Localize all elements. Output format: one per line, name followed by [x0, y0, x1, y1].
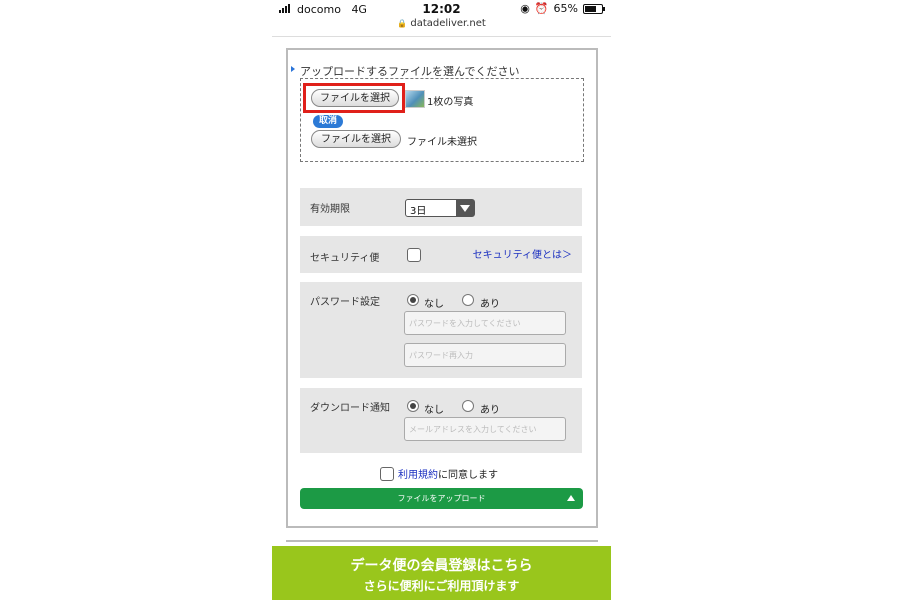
- notify-label: ダウンロード通知: [310, 403, 390, 414]
- divider: [272, 36, 611, 37]
- battery-percent: 65%: [553, 2, 578, 15]
- dropdown-arrow-icon: [456, 200, 474, 216]
- expiry-row: 有効期限 3日: [300, 188, 582, 226]
- phone-screen: docomo 4G 12:02 🔒 datadeliver.net ◉ ⏰ 65…: [272, 0, 611, 600]
- upload-form: アップロードするファイルを選んでください ファイルを選択 1枚の写真 取消 ファ…: [286, 48, 598, 528]
- upload-label: アップロードするファイルを選んでください: [291, 63, 519, 79]
- no-file-text: ファイル未選択: [407, 137, 477, 148]
- password-confirm-input[interactable]: パスワード再入力: [404, 343, 566, 367]
- orientation-lock-icon: ◉: [520, 2, 530, 15]
- security-checkbox[interactable]: [407, 248, 421, 262]
- notify-none-radio[interactable]: [407, 400, 419, 412]
- agree-checkbox[interactable]: [380, 467, 394, 481]
- upload-button-label: ファイルをアップロード: [397, 494, 486, 503]
- agree-text: に同意します: [438, 470, 498, 481]
- expiry-label: 有効期限: [310, 204, 350, 215]
- url-text: datadeliver.net: [410, 18, 486, 29]
- banner-subtitle: さらに便利にご利用頂けます: [363, 579, 520, 593]
- expiry-value: 3日: [410, 206, 427, 217]
- highlight-box: [303, 83, 405, 113]
- password-none-radio[interactable]: [407, 294, 419, 306]
- notify-row: ダウンロード通知 なし あり メールアドレスを入力してください: [300, 388, 582, 453]
- expiry-select[interactable]: 3日: [405, 199, 475, 217]
- email-input[interactable]: メールアドレスを入力してください: [404, 417, 566, 441]
- password-row: パスワード設定 なし あり パスワードを入力してください パスワード再入力: [300, 282, 582, 378]
- panel-bottom-border: [286, 540, 598, 542]
- terms-link[interactable]: 利用規約: [398, 470, 438, 481]
- alarm-icon: ⏰: [534, 2, 549, 15]
- triangle-bullet-icon: [291, 66, 295, 72]
- password-none-label: なし: [424, 299, 444, 310]
- banner-title: データ便の会員登録はこちら: [350, 558, 533, 574]
- address-bar[interactable]: 🔒 datadeliver.net: [272, 18, 611, 29]
- member-banner[interactable]: データ便の会員登録はこちら さらに便利にご利用頂けます: [272, 546, 611, 600]
- agree-row: 利用規約に同意します: [380, 466, 498, 482]
- notify-yes-label: あり: [480, 405, 500, 416]
- cancel-button[interactable]: 取消: [313, 115, 343, 128]
- upload-button[interactable]: ファイルをアップロード: [300, 488, 583, 509]
- photo-thumbnail: [405, 90, 425, 108]
- selected-file-text: 1枚の写真: [427, 97, 474, 108]
- triangle-up-icon: [567, 495, 575, 501]
- security-row: セキュリティ便 セキュリティ便とは＞: [300, 236, 582, 273]
- file-select-area: ファイルを選択 1枚の写真 取消 ファイルを選択 ファイル未選択: [300, 78, 584, 162]
- password-yes-radio[interactable]: [462, 294, 474, 306]
- security-info-link[interactable]: セキュリティ便とは＞: [473, 246, 572, 261]
- lock-icon: 🔒: [397, 19, 408, 28]
- notify-none-label: なし: [424, 405, 444, 416]
- password-input[interactable]: パスワードを入力してください: [404, 311, 566, 335]
- status-bar: docomo 4G 12:02 🔒 datadeliver.net ◉ ⏰ 65…: [272, 0, 611, 36]
- choose-file-button-2[interactable]: ファイルを選択: [311, 130, 401, 148]
- status-right: ◉ ⏰ 65%: [520, 2, 605, 15]
- notify-yes-radio[interactable]: [462, 400, 474, 412]
- battery-icon: [583, 3, 605, 14]
- security-label: セキュリティ便: [310, 253, 380, 264]
- password-yes-label: あり: [480, 299, 500, 310]
- password-label: パスワード設定: [310, 297, 380, 308]
